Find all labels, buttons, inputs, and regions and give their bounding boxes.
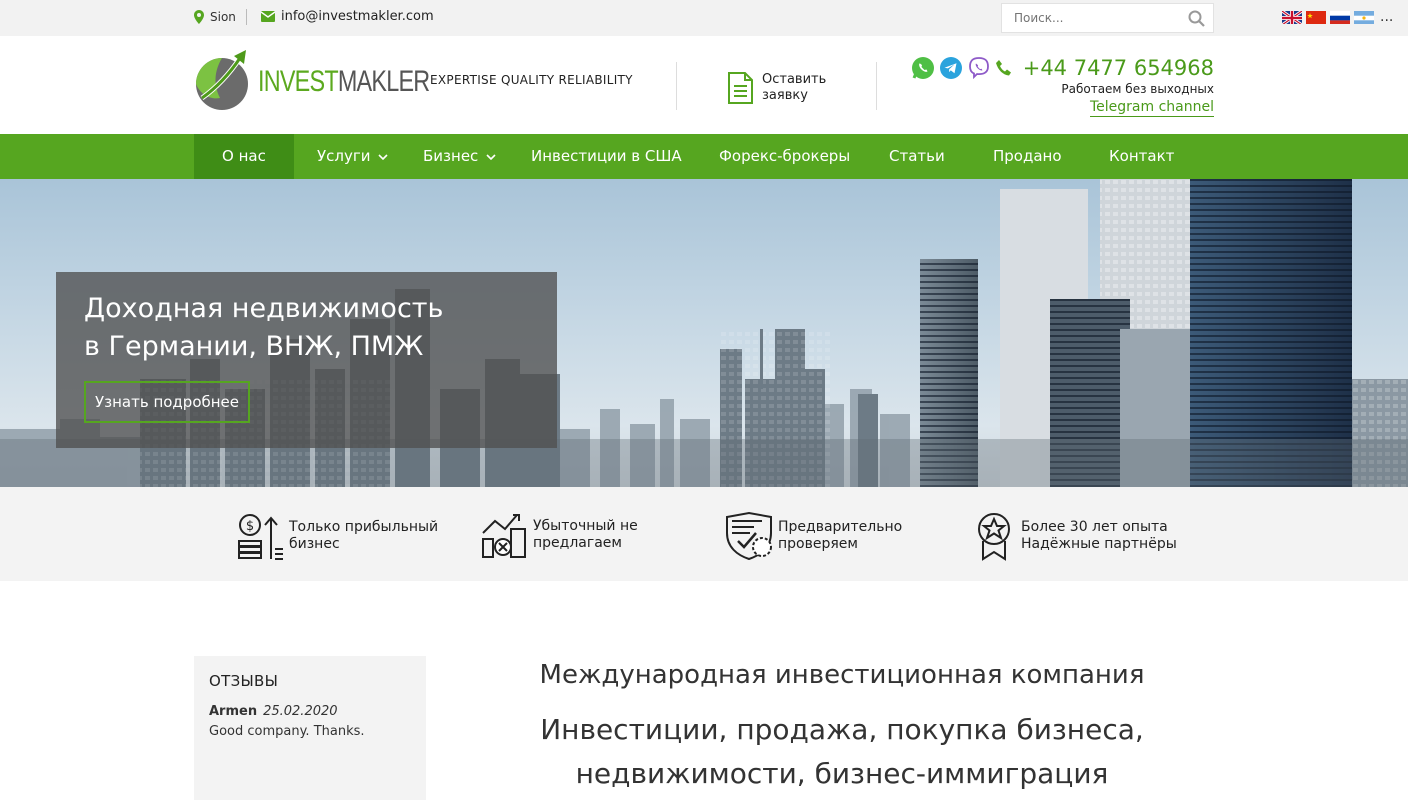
features-strip: $ Только прибыльный бизнес Убыточный не пр… <box>0 487 1408 581</box>
whatsapp-icon[interactable] <box>911 56 935 80</box>
envelope-icon <box>261 11 275 22</box>
logo[interactable]: INVESTMAKLER <box>194 48 430 112</box>
nav-item-about[interactable]: О нас <box>194 134 294 179</box>
feature-verified: Предварительно проверяем <box>724 511 902 561</box>
uk-flag-icon[interactable] <box>1282 10 1302 24</box>
email-text[interactable]: info@investmakler.com <box>281 9 434 24</box>
location: Sion <box>194 10 236 24</box>
feature-no-loss: Убыточный не предлагаем <box>481 511 638 559</box>
divider <box>246 9 247 25</box>
location-text: Sion <box>210 10 236 24</box>
review-date: 25.02.2020 <box>263 704 338 719</box>
search-box <box>1001 3 1214 33</box>
nav-item-usa-investments[interactable]: Инвестиции в США <box>503 134 710 179</box>
chevron-down-icon <box>378 153 389 160</box>
nav-item-forex-brokers[interactable]: Форекс-брокеры <box>691 134 878 179</box>
svg-text:$: $ <box>246 519 254 534</box>
logo-globe-icon <box>196 50 248 110</box>
contacts: +44 7477 654968 Работаем без выходных Te… <box>911 56 1214 117</box>
hero-banner: Доходная недвижимость в Германии, ВНЖ, П… <box>0 179 1408 487</box>
page-subheading: Инвестиции, продажа, покупка бизнеса, не… <box>540 713 1144 790</box>
award-badge-icon <box>978 513 1010 561</box>
telegram-channel-link[interactable]: Telegram channel <box>1090 99 1214 117</box>
divider <box>876 62 877 110</box>
reviews-widget: ОТЗЫВЫ Armen 25.02.2020 Good company. Tha… <box>194 656 426 800</box>
tagline: EXPERTISE QUALITY RELIABILITY <box>430 73 633 87</box>
hero-overlay-box: Доходная недвижимость в Германии, ВНЖ, П… <box>56 272 557 448</box>
working-hours: Работаем без выходных <box>1061 82 1214 96</box>
nav-item-sold[interactable]: Продано <box>965 134 1090 179</box>
logo-text: INVESTMAKLER <box>258 65 430 98</box>
search-input[interactable] <box>1002 4 1182 32</box>
document-icon <box>728 72 753 104</box>
request-label: Оставить заявку <box>762 72 827 103</box>
phone-number[interactable]: +44 7477 654968 <box>1023 56 1214 80</box>
divider <box>676 62 677 110</box>
more-languages[interactable]: ... <box>1380 9 1393 25</box>
hero-title: Доходная недвижимость в Германии, ВНЖ, П… <box>84 293 444 362</box>
review-author: Armen <box>209 704 258 719</box>
review-meta: Armen 25.02.2020 <box>209 704 338 719</box>
telegram-icon[interactable] <box>939 56 963 80</box>
search-icon[interactable] <box>1188 10 1205 27</box>
page-heading: Международная инвестиционная компания <box>539 660 1145 690</box>
main-nav: О нас Услуги Бизнес Инвестиции в США Фор… <box>0 134 1408 179</box>
email-link[interactable]: info@investmakler.com <box>261 9 434 24</box>
learn-more-button[interactable]: Узнать подробнее <box>84 381 250 423</box>
reviews-title: ОТЗЫВЫ <box>209 672 279 690</box>
review-text: Good company. Thanks. <box>209 724 365 739</box>
phone-icon[interactable] <box>995 58 1015 78</box>
china-flag-icon[interactable] <box>1306 10 1326 24</box>
loss-chart-icon <box>482 514 526 558</box>
russia-flag-icon[interactable] <box>1330 10 1350 24</box>
argentina-flag-icon[interactable] <box>1354 10 1374 24</box>
money-growth-icon: $ <box>238 514 283 560</box>
chevron-down-icon <box>486 153 496 160</box>
top-bar: Sion info@investmakler.com ... <box>0 0 1408 36</box>
header: INVESTMAKLER EXPERTISE QUALITY RELIABILI… <box>0 36 1408 134</box>
viber-icon[interactable] <box>967 56 991 80</box>
nav-item-contact[interactable]: Контакт <box>1081 134 1202 179</box>
feature-experience: Более 30 лет опыта Надёжные партнёры <box>977 511 1177 561</box>
language-switcher: ... <box>1282 9 1393 25</box>
request-button[interactable]: Оставить заявку <box>727 72 842 104</box>
feature-profitable: $ Только прибыльный бизнес <box>237 511 438 561</box>
shield-check-icon <box>726 511 772 561</box>
nav-item-articles[interactable]: Статьи <box>861 134 973 179</box>
map-pin-icon <box>194 10 204 24</box>
